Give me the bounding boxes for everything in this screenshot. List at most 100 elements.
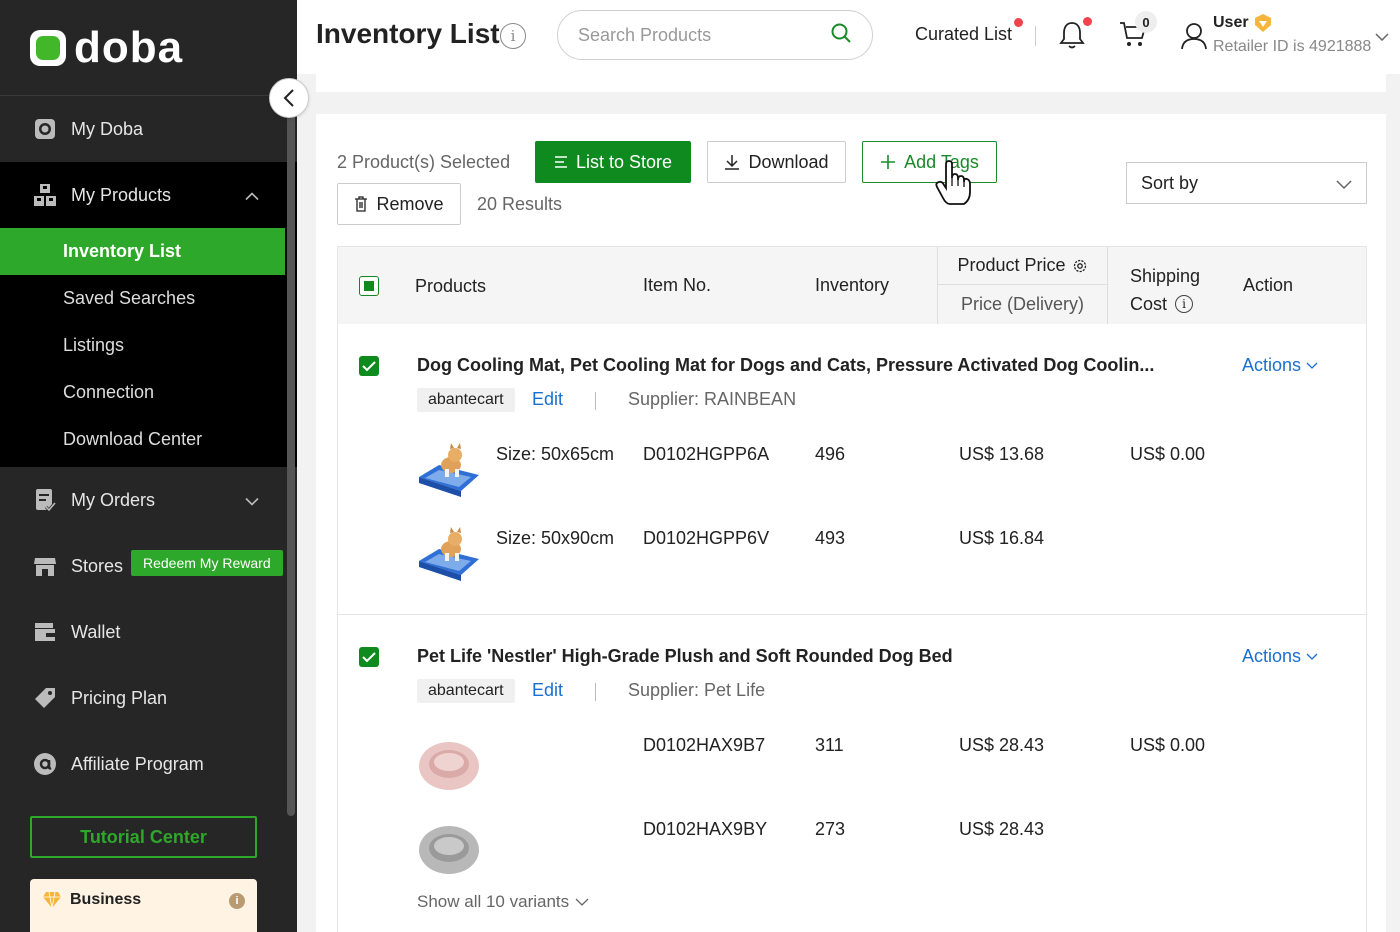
select-all-checkbox[interactable] (359, 276, 379, 296)
sidebar-item-label: Wallet (71, 621, 121, 642)
edit-link[interactable]: Edit (532, 680, 563, 701)
edit-link[interactable]: Edit (532, 389, 563, 410)
tutorial-center-button[interactable]: Tutorial Center (30, 816, 257, 858)
gear-icon[interactable] (1072, 258, 1088, 274)
actions-label: Actions (1242, 355, 1302, 375)
header-product-price: Product Price (938, 247, 1107, 285)
product-thumbnail[interactable] (417, 441, 481, 505)
remove-button[interactable]: Remove (337, 183, 461, 225)
curated-list-link[interactable]: Curated List (915, 24, 1012, 45)
inventory-count: 496 (815, 444, 846, 464)
actions-dropdown[interactable]: Actions (1242, 646, 1318, 667)
product-thumbnail[interactable] (417, 525, 481, 589)
search-box (557, 10, 873, 60)
sort-by-select[interactable]: Sort by (1126, 162, 1367, 204)
sidebar-item-affiliate-program[interactable]: Affiliate Program (0, 731, 297, 797)
info-icon[interactable]: i (500, 23, 526, 49)
list-to-store-button[interactable]: List to Store (535, 141, 691, 183)
sidebar-subitem-saved-searches[interactable]: Saved Searches (0, 275, 285, 322)
sidebar-subitem-listings[interactable]: Listings (0, 322, 285, 369)
sidebar-item-label: Pricing Plan (71, 687, 168, 708)
download-button[interactable]: Download (707, 141, 846, 183)
supplier-name[interactable]: Supplier: RAINBEAN (628, 389, 796, 410)
chevron-down-icon[interactable] (1375, 28, 1389, 46)
wallet-icon (32, 619, 58, 645)
sidebar-subitem-connection[interactable]: Connection (0, 369, 285, 416)
page-title: Inventory List (316, 18, 500, 49)
sort-by-label: Sort by (1141, 172, 1199, 193)
products-icon (32, 182, 58, 208)
sidebar-item-wallet[interactable]: Wallet (0, 599, 297, 665)
sidebar-item-my-orders[interactable]: My Orders (0, 467, 297, 533)
diamond-icon (1253, 13, 1273, 38)
chevron-down-icon (1336, 173, 1352, 194)
product-price: US$ 28.43 (959, 819, 1045, 839)
sidebar-item-label: My Orders (71, 489, 156, 510)
sidebar-subitem-download-center[interactable]: Download Center (0, 416, 285, 463)
user-name[interactable]: User (1213, 14, 1249, 32)
separator (595, 683, 596, 701)
sidebar-item-pricing-plan[interactable]: Pricing Plan (0, 665, 297, 731)
variant-name: Size: 50x65cm (496, 444, 615, 464)
business-plan-card[interactable]: Business i (30, 879, 257, 932)
inventory-count: 273 (815, 819, 846, 839)
search-icon[interactable] (830, 22, 852, 49)
item-number: D0102HGPP6A (643, 444, 770, 464)
sidebar-item-stores[interactable]: Stores Redeem My Reward (0, 533, 297, 599)
sidebar-item-label: My Doba (71, 118, 144, 139)
sidebar-item-my-doba[interactable]: My Doba (0, 96, 297, 162)
camera-icon (32, 116, 58, 142)
tag-icon (32, 685, 58, 711)
plus-icon (880, 154, 896, 170)
item-number: D0102HAX9BY (643, 819, 768, 839)
header-action: Action (1243, 275, 1294, 295)
remove-label: Remove (376, 193, 444, 214)
collapse-sidebar-button[interactable] (269, 78, 309, 118)
chevron-down-icon (1306, 362, 1318, 369)
search-input[interactable] (578, 24, 830, 46)
variant-name: Size: 50x90cm (496, 528, 615, 548)
sidebar: doba My Doba My Products Inventory List … (0, 0, 297, 932)
chevron-left-icon (283, 89, 294, 107)
trash-icon (354, 196, 368, 212)
diamond-icon (42, 891, 62, 914)
sidebar-item-my-products[interactable]: My Products (0, 162, 297, 228)
bell-icon[interactable] (1059, 20, 1085, 55)
retailer-id: Retailer ID is 4921888 (1213, 38, 1372, 55)
chevron-up-icon (245, 185, 259, 206)
product-thumbnail[interactable] (417, 816, 481, 880)
download-label: Download (748, 151, 829, 172)
inventory-count: 493 (815, 528, 846, 548)
row-divider (338, 614, 1366, 615)
chevron-down-icon (1306, 653, 1318, 660)
info-icon[interactable]: i (1175, 295, 1194, 313)
product-title[interactable]: Dog Cooling Mat, Pet Cooling Mat for Dog… (417, 355, 1154, 376)
sidebar-subitem-inventory-list[interactable]: Inventory List (0, 228, 285, 275)
top-header: Inventory List i Curated List 0 User Ret… (297, 0, 1400, 74)
separator (595, 392, 596, 410)
add-tags-button[interactable]: Add Tags (862, 141, 997, 183)
user-icon[interactable] (1181, 22, 1207, 55)
sidebar-scrollbar[interactable] (287, 96, 295, 816)
sidebar-item-label: Stores (71, 555, 124, 576)
list-icon (554, 156, 568, 168)
actions-dropdown[interactable]: Actions (1242, 355, 1318, 376)
header-shipping-line1: Shipping (1130, 266, 1201, 286)
supplier-name[interactable]: Supplier: Pet Life (628, 680, 765, 701)
redeem-reward-badge[interactable]: Redeem My Reward (131, 550, 283, 576)
info-icon[interactable]: i (229, 893, 245, 909)
products-subnav: Inventory List Saved Searches Listings C… (0, 228, 297, 467)
item-number: D0102HAX9B7 (643, 735, 766, 755)
product-thumbnail[interactable] (417, 732, 481, 796)
selected-count: 2 Product(s) Selected (337, 152, 511, 172)
sidebar-item-label: My Products (71, 184, 172, 205)
doba-logo-icon (30, 29, 66, 66)
show-all-variants-link[interactable]: Show all 10 variants (417, 892, 589, 912)
brand-logo[interactable]: doba (0, 0, 297, 96)
product-title[interactable]: Pet Life 'Nestler' High-Grade Plush and … (417, 646, 953, 667)
product-checkbox[interactable] (359, 647, 379, 667)
product-price: US$ 28.43 (959, 735, 1045, 755)
cart-count-badge: 0 (1135, 11, 1157, 33)
item-number: D0102HGPP6V (643, 528, 770, 548)
product-checkbox[interactable] (359, 356, 379, 376)
